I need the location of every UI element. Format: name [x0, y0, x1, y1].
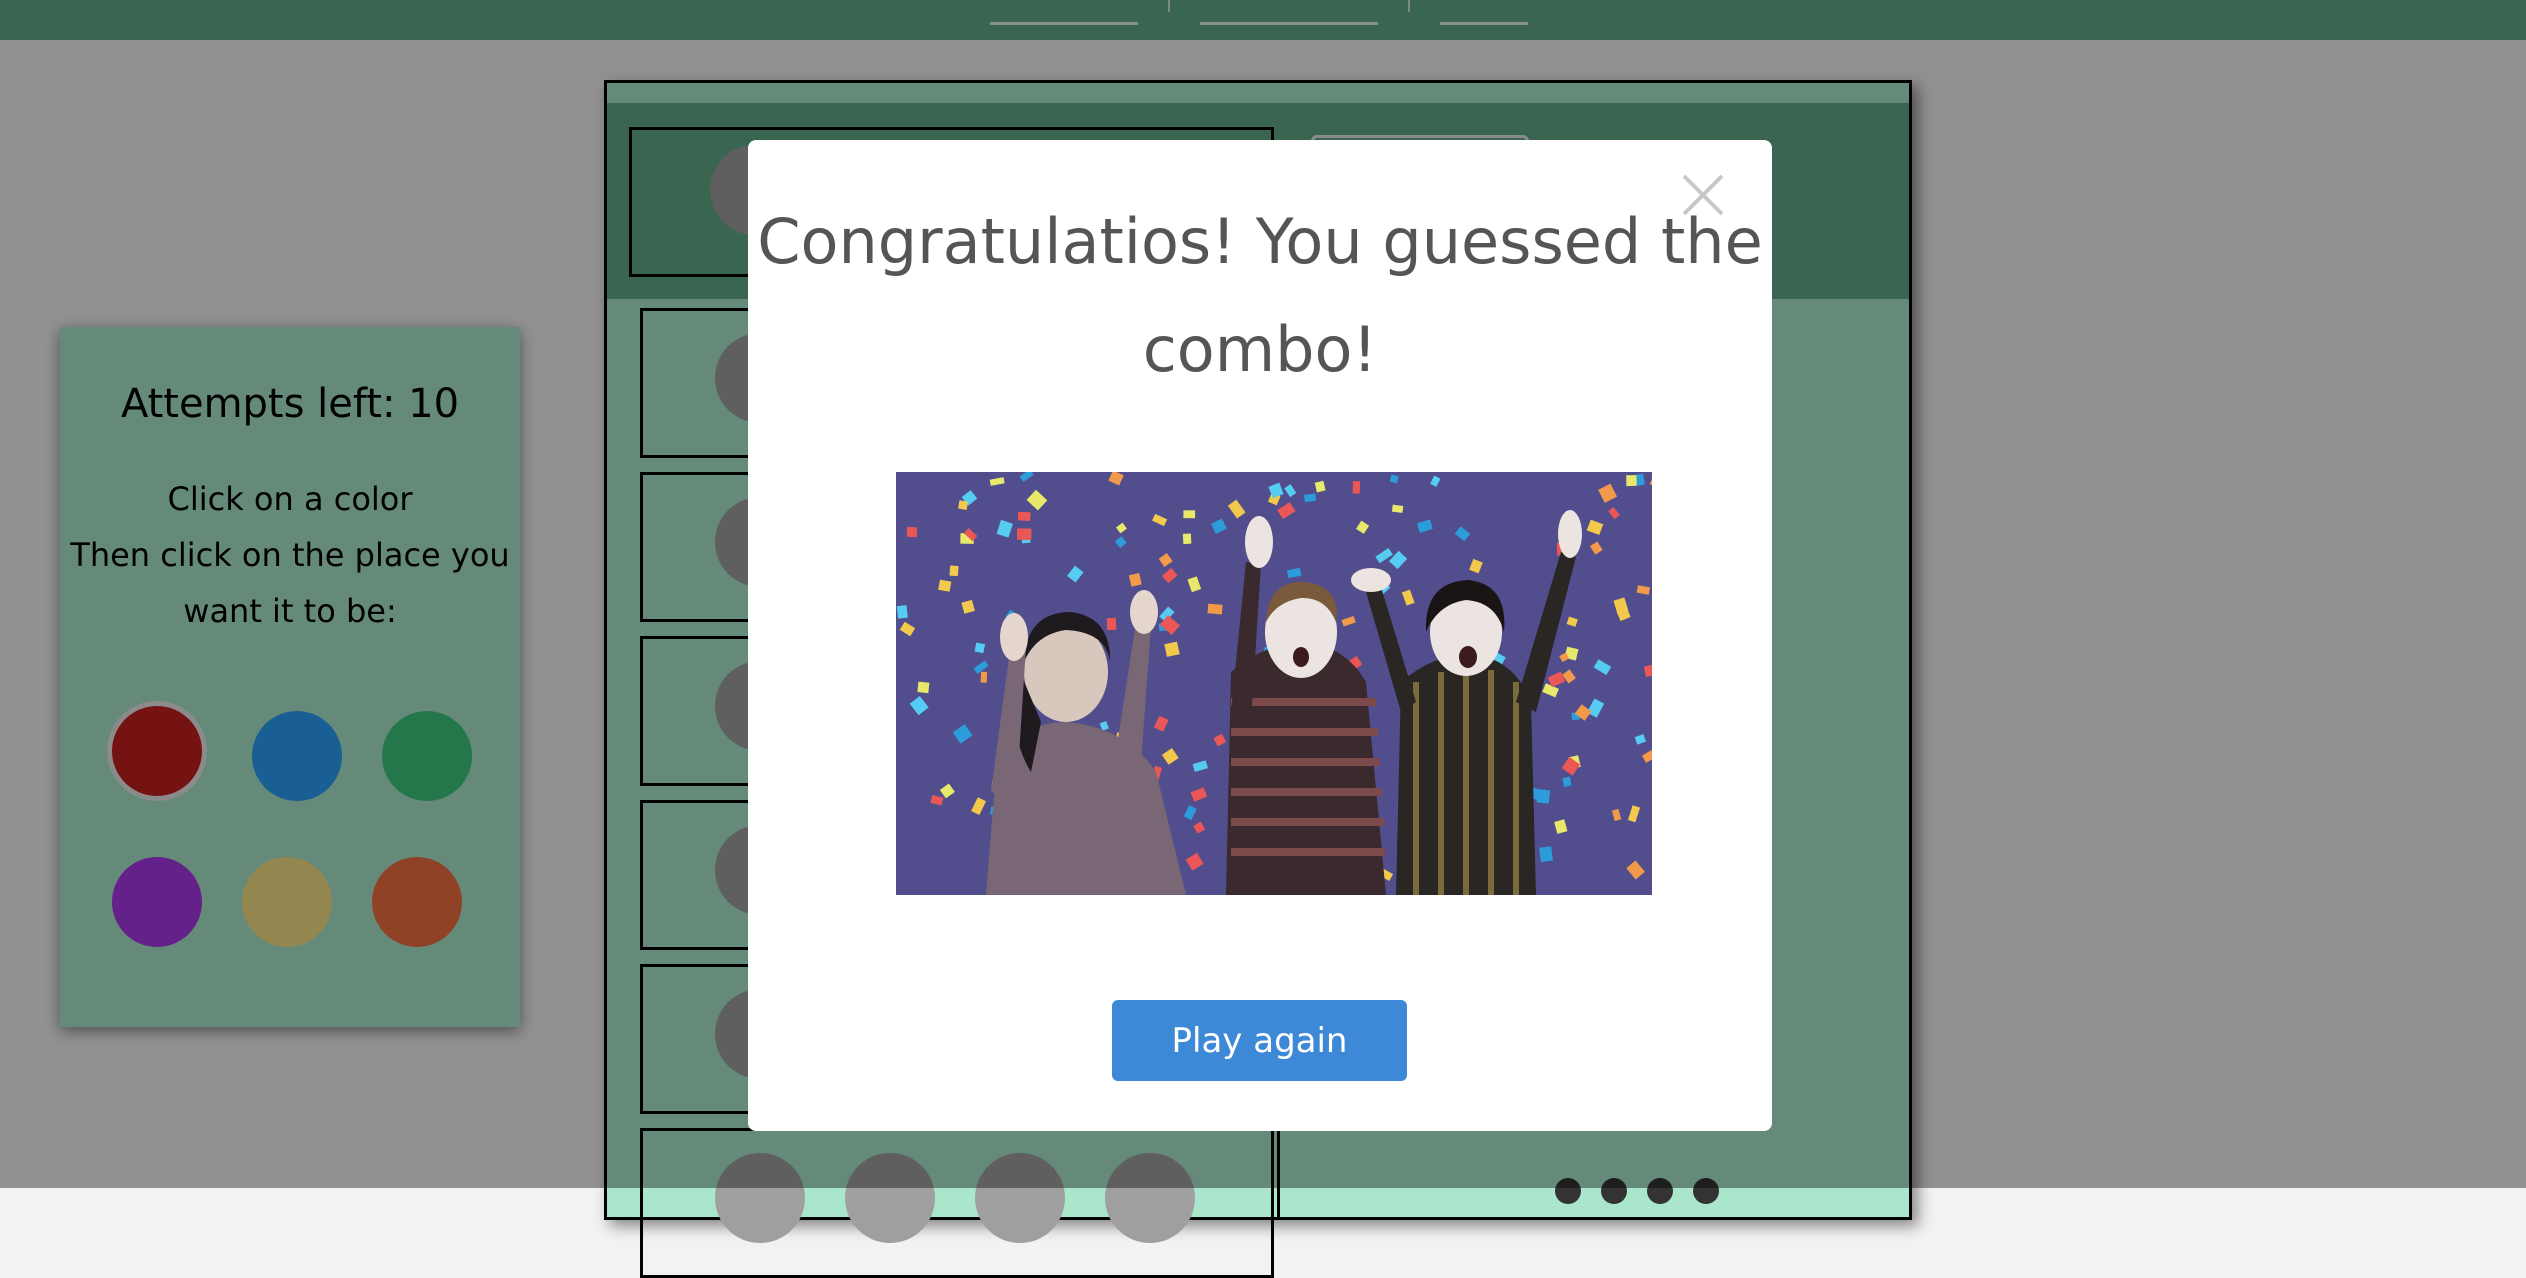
modal-title: Congratulatios! You guessed the combo! — [757, 205, 1763, 386]
congratulations-modal: Congratulatios! You guessed the combo! P… — [748, 140, 1772, 1131]
play-again-button[interactable]: Play again — [1112, 1000, 1407, 1081]
celebration-confetti-image — [896, 472, 1652, 895]
